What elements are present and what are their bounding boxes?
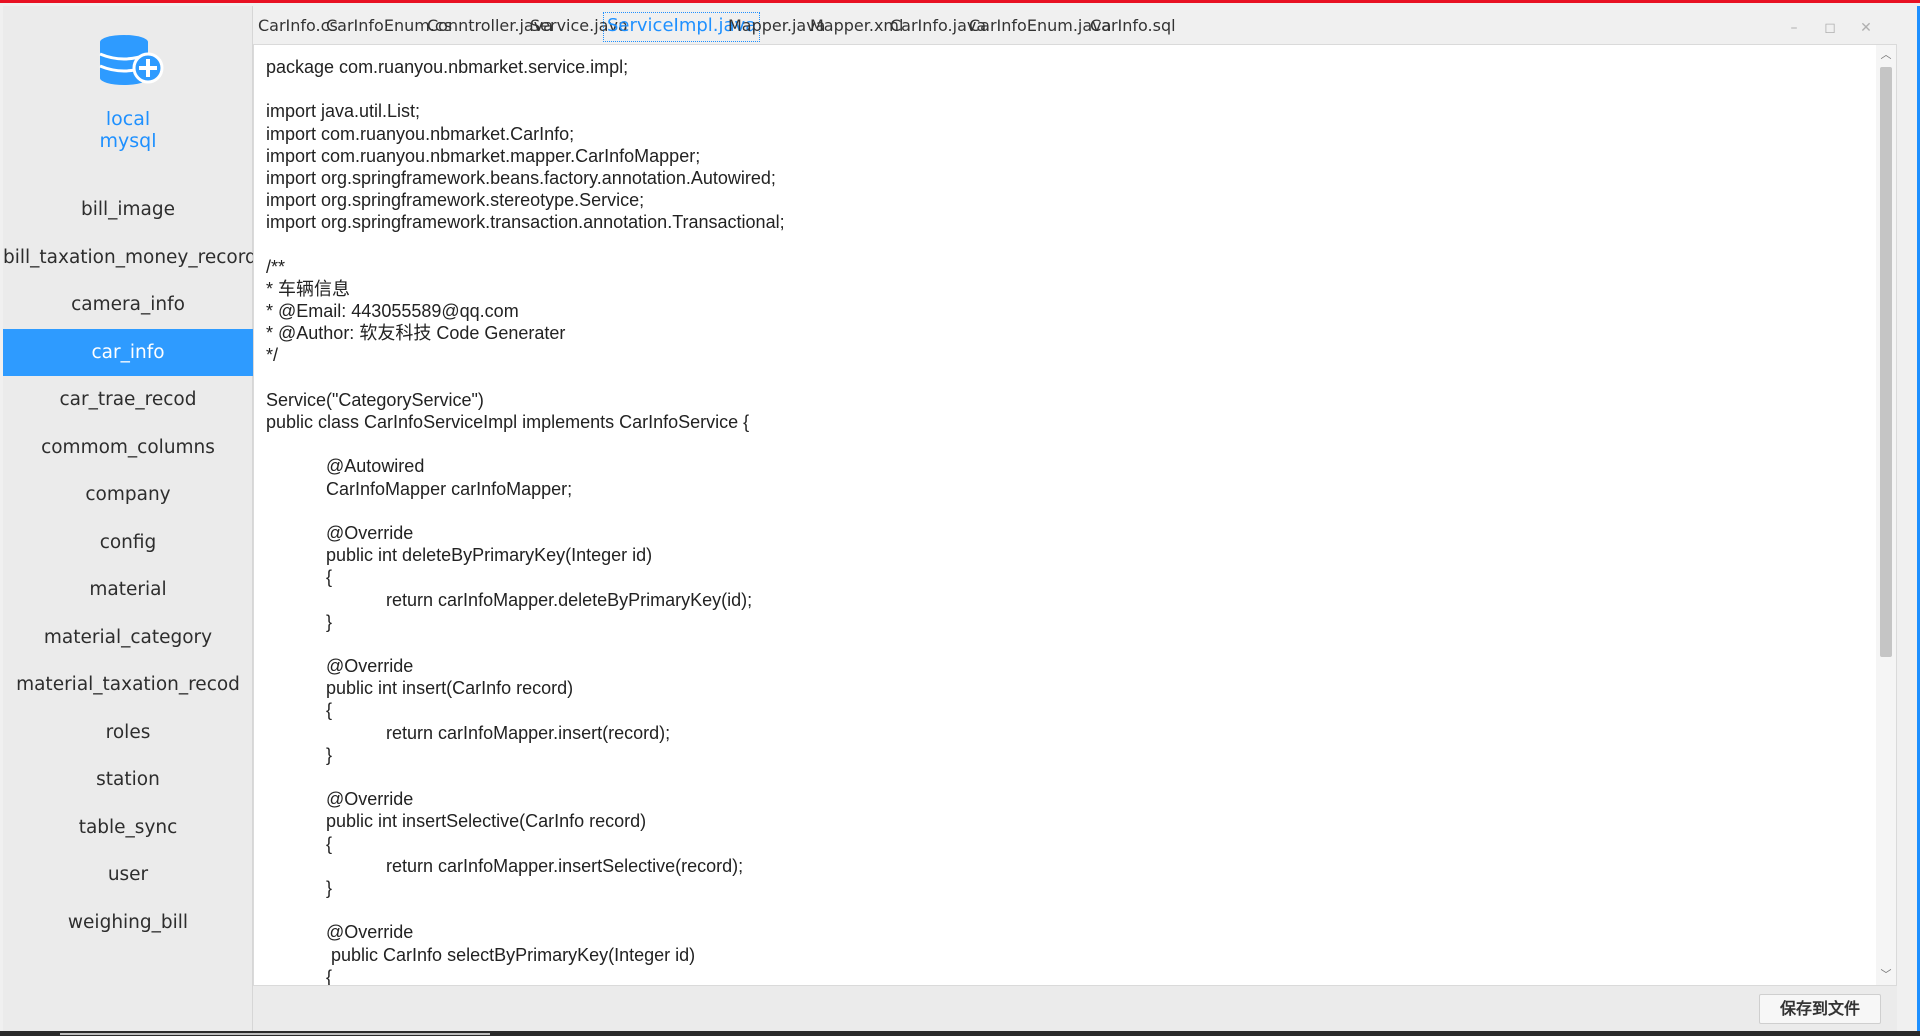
table-item-roles[interactable]: roles [3, 709, 253, 757]
code-editor[interactable]: package com.ruanyou.nbmarket.service.imp… [253, 44, 1897, 986]
table-item-material-category[interactable]: material_category [3, 614, 253, 662]
code-line: @Override [266, 656, 414, 677]
code-line: import com.ruanyou.nbmarket.CarInfo; [266, 123, 575, 144]
code-line: import org.springframework.beans.factory… [266, 167, 776, 188]
code-content[interactable]: package com.ruanyou.nbmarket.service.imp… [266, 56, 1856, 986]
app-window: local mysql bill_image bill_taxation_mone… [0, 0, 1920, 1036]
code-line: @Override [266, 922, 414, 943]
table-item-user[interactable]: user [3, 851, 253, 899]
table-item-camera-info[interactable]: camera_info [3, 281, 253, 329]
code-line: } [266, 877, 333, 898]
table-item-weighing-bill[interactable]: weighing_bill [3, 899, 253, 947]
code-line: CarInfoMapper carInfoMapper; [266, 478, 573, 499]
table-list: bill_image bill_taxation_money_record came… [3, 186, 257, 947]
table-sidebar: local mysql bill_image bill_taxation_mone… [3, 6, 257, 1031]
file-tab-bar: CarInfo.cs CarInfoEnum.cs Conntroller.java… [253, 6, 1893, 44]
code-line: } [266, 744, 333, 765]
code-line: import org.springframework.stereotype.Se… [266, 190, 645, 211]
code-line: { [266, 833, 333, 854]
code-line: return carInfoMapper.insert(record); [266, 722, 671, 743]
database-add-icon[interactable] [98, 34, 164, 86]
maximize-icon[interactable]: ◻ [1815, 16, 1845, 40]
connection-name: local mysql [3, 108, 253, 152]
vertical-scrollbar[interactable]: ︿ ﹀ [1876, 45, 1896, 985]
tab-carinfo-sql[interactable]: CarInfo.sql [1087, 12, 1179, 42]
code-line: public int insertSelective(CarInfo recor… [266, 811, 647, 832]
table-item-material-taxation-recod[interactable]: material_taxation_recod [3, 661, 253, 709]
code-line: public int deleteByPrimaryKey(Integer id… [266, 545, 653, 566]
code-line: * @Email: 443055589@qq.com [266, 301, 519, 322]
scroll-down-icon[interactable]: ﹀ [1876, 965, 1896, 985]
code-line: return carInfoMapper.insertSelective(rec… [266, 855, 744, 876]
table-item-config[interactable]: config [3, 519, 253, 567]
table-item-commom-columns[interactable]: commom_columns [3, 424, 253, 472]
table-item-company[interactable]: company [3, 471, 253, 519]
taskbar-strip [0, 1031, 1920, 1036]
code-line: package com.ruanyou.nbmarket.service.imp… [266, 57, 629, 77]
code-line: * @Author: 软友科技 Code Generater [266, 323, 566, 344]
scrollbar-thumb[interactable] [1880, 67, 1892, 657]
code-line: @Autowired [266, 456, 425, 477]
table-item-car-trae-recod[interactable]: car_trae_recod [3, 376, 253, 424]
table-item-station[interactable]: station [3, 756, 253, 804]
code-line: } [266, 611, 333, 632]
code-line: import com.ruanyou.nbmarket.mapper.CarIn… [266, 145, 701, 166]
table-item-material[interactable]: material [3, 566, 253, 614]
code-line: */ [266, 345, 279, 366]
code-line: /** [266, 256, 286, 277]
code-line: { [266, 700, 333, 721]
table-item-bill-image[interactable]: bill_image [3, 186, 253, 234]
scroll-up-icon[interactable]: ︿ [1876, 45, 1896, 65]
connection-type: mysql [99, 130, 157, 152]
connection-host: local [105, 108, 151, 130]
minimize-icon[interactable]: – [1779, 16, 1809, 40]
code-line: public CarInfo selectByPrimaryKey(Intege… [266, 944, 696, 965]
close-icon[interactable]: ✕ [1851, 16, 1881, 40]
code-line: { [266, 966, 333, 986]
code-line: Service("CategoryService") [266, 389, 484, 410]
table-item-bill-taxation-money-record[interactable]: bill_taxation_money_record [3, 234, 257, 282]
code-line: public class CarInfoServiceImpl implemen… [266, 412, 750, 432]
save-to-file-button[interactable]: 保存到文件 [1759, 994, 1881, 1024]
table-item-table-sync[interactable]: table_sync [3, 804, 253, 852]
code-line: public int insert(CarInfo record) [266, 678, 574, 699]
code-line: import java.util.List; [266, 101, 421, 122]
code-line: @Override [266, 522, 414, 543]
code-line: { [266, 567, 333, 588]
table-item-car-info[interactable]: car_info [3, 328, 253, 376]
code-line: import org.springframework.transaction.a… [266, 212, 785, 233]
footer-bar: 保存到文件 [253, 986, 1897, 1031]
code-line: @Override [266, 789, 414, 810]
code-line: return carInfoMapper.deleteByPrimaryKey(… [266, 589, 753, 610]
code-line: * 车辆信息 [266, 278, 351, 299]
